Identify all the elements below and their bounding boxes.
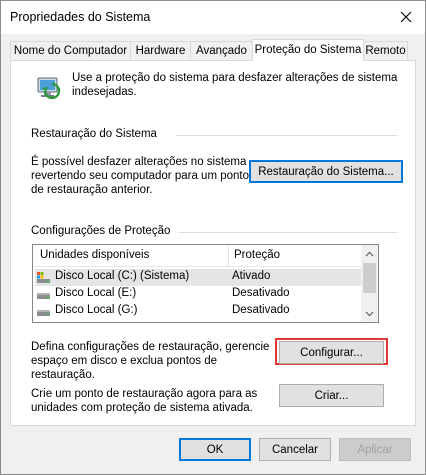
tab-hardware[interactable]: Hardware	[130, 41, 191, 59]
chevron-up-icon	[365, 251, 374, 256]
column-header-drives[interactable]: Unidades disponíveis	[40, 249, 149, 261]
drive-protection-status: Desativado	[232, 304, 290, 316]
system-drive-icon	[37, 272, 50, 283]
drive-protection-status: Ativado	[232, 270, 271, 282]
system-restore-button[interactable]: Restauração do Sistema...	[249, 160, 403, 183]
window-title: Propriedades do Sistema	[10, 10, 151, 24]
restore-text-line1: É possível desfazer alterações no sistem…	[31, 156, 247, 168]
configure-text-line2: espaço em disco e exclua pontos de	[31, 355, 218, 367]
drive-name: Disco Local (G:)	[55, 304, 138, 316]
scroll-thumb[interactable]	[363, 263, 376, 293]
scroll-down-button[interactable]	[361, 305, 378, 322]
configure-text-line3: restauração.	[31, 369, 95, 381]
restore-text-line3: de restauração anterior.	[31, 184, 153, 196]
system-protection-icon	[37, 77, 61, 100]
drive-protection-status: Desativado	[232, 287, 290, 299]
column-separator	[228, 245, 229, 267]
system-properties-window: Propriedades do Sistema Nome do Computad…	[0, 0, 426, 475]
drive-row[interactable]: Disco Local (E:) Desativado	[35, 286, 362, 303]
close-icon	[400, 11, 412, 23]
apply-button[interactable]: Aplicar	[339, 438, 411, 461]
create-button[interactable]: Criar...	[279, 384, 384, 407]
intro-text-line1: Use a proteção do sistema para desfazer …	[72, 72, 398, 84]
drives-list-header: Unidades disponíveis Proteção	[33, 245, 362, 267]
chevron-down-icon	[365, 311, 374, 316]
system-protection-panel: Use a proteção do sistema para desfazer …	[10, 60, 416, 426]
drive-row[interactable]: Disco Local (G:) Desativado	[35, 303, 362, 320]
drive-name: Disco Local (E:)	[55, 287, 137, 299]
tab-remote[interactable]: Remoto	[363, 41, 408, 59]
drive-row[interactable]: Disco Local (C:) (Sistema) Ativado	[35, 269, 362, 286]
create-text-line2: unidades com proteção de sistema ativada…	[31, 402, 253, 414]
restore-text-line2: revertendo seu computador para um ponto	[31, 170, 249, 182]
scroll-up-button[interactable]	[361, 245, 378, 262]
configure-button[interactable]: Configurar...	[279, 341, 384, 364]
title-bar: Propriedades do Sistema	[1, 1, 425, 34]
drive-name: Disco Local (C:) (Sistema)	[55, 270, 190, 282]
column-header-protection[interactable]: Proteção	[234, 249, 280, 261]
drive-icon	[37, 293, 50, 299]
create-text-line1: Crie um ponto de restauração agora para …	[31, 388, 258, 400]
protection-group-divider	[179, 232, 397, 233]
drive-icon	[37, 310, 50, 316]
tab-advanced[interactable]: Avançado	[190, 41, 253, 59]
restore-group-divider	[176, 135, 397, 136]
configure-text-line1: Defina configurações de restauração, ger…	[31, 341, 270, 353]
restore-group-label: Restauração do Sistema	[31, 128, 157, 140]
close-button[interactable]	[393, 5, 419, 29]
cancel-button[interactable]: Cancelar	[259, 438, 331, 461]
ok-button[interactable]: OK	[179, 438, 251, 461]
tab-system-protection[interactable]: Proteção do Sistema	[252, 39, 364, 61]
protection-group-label: Configurações de Proteção	[31, 225, 171, 237]
tab-computer-name[interactable]: Nome do Computador	[10, 41, 131, 59]
drives-list-scrollbar[interactable]	[361, 245, 378, 322]
drives-list[interactable]: Unidades disponíveis Proteção Disco Loca…	[32, 244, 379, 323]
intro-text-line2: indesejadas.	[72, 86, 137, 98]
